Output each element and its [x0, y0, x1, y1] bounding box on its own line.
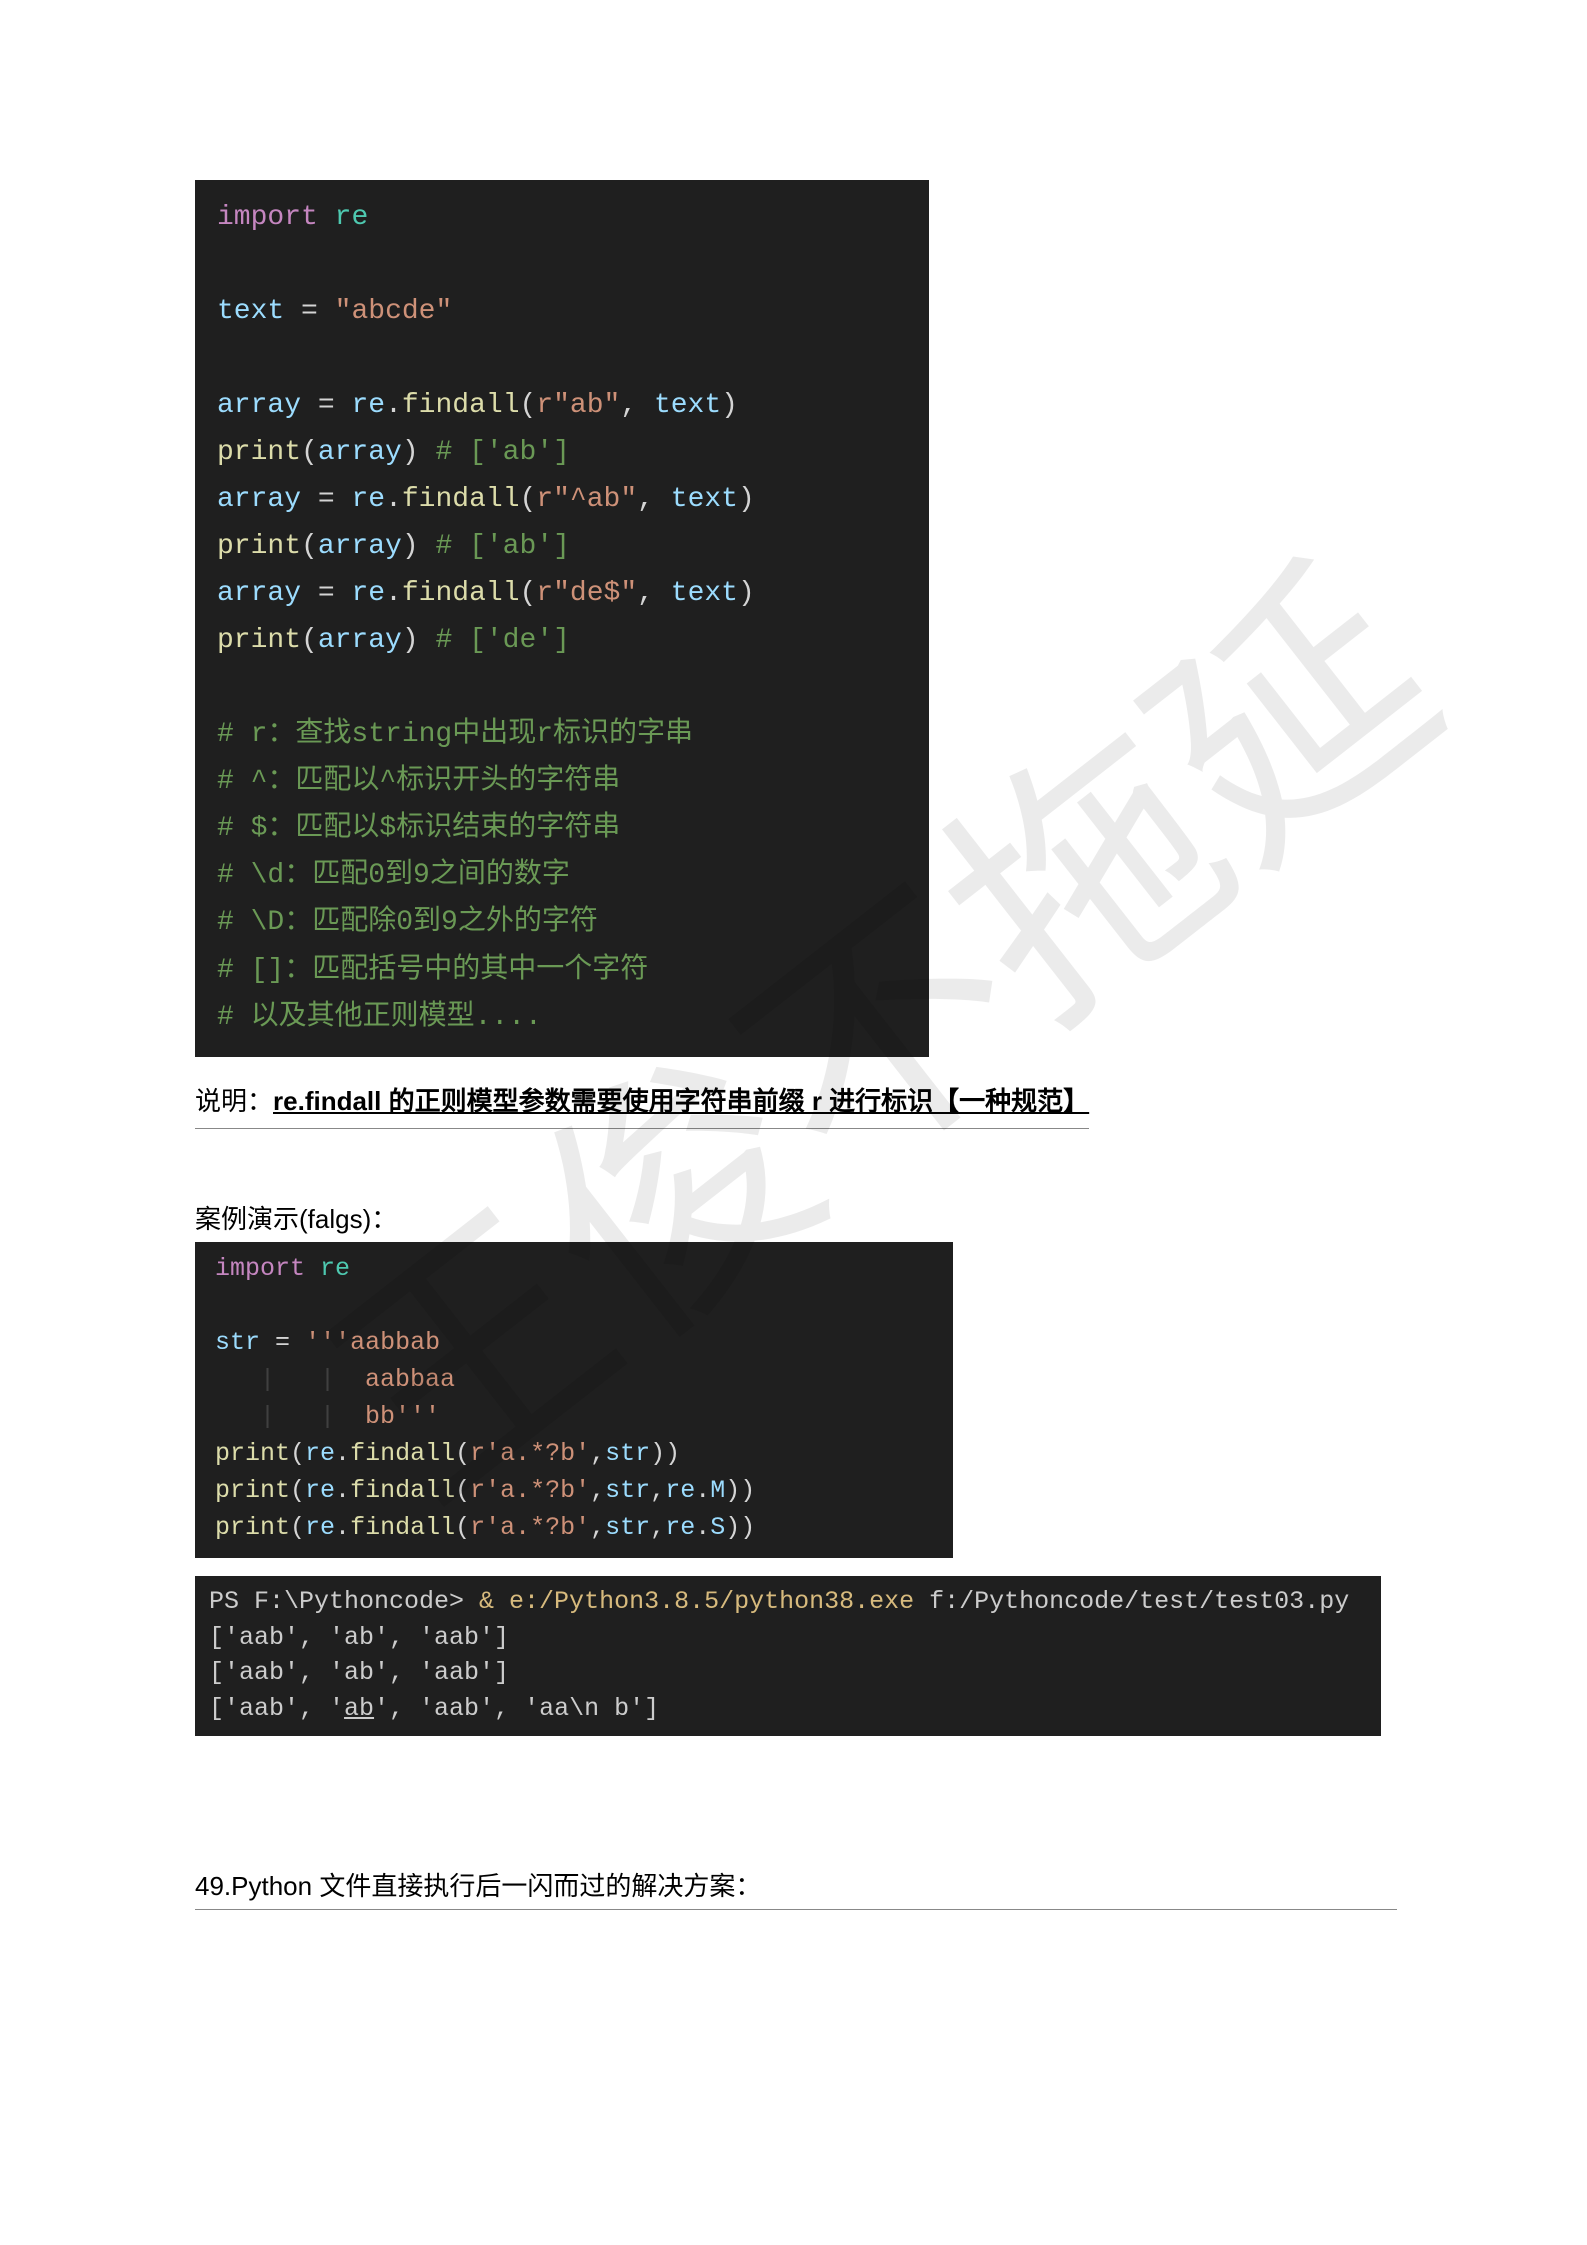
section-heading-49: 49.Python 文件直接执行后一闪而过的解决方案：: [195, 1866, 1397, 1910]
code-line: array = re.findall(r"de$", text): [217, 570, 907, 617]
blank-line: [217, 241, 907, 288]
code-line: print(array) # ['ab']: [217, 429, 907, 476]
terminal-line: ['aab', 'ab', 'aab', 'aa\n b']: [209, 1691, 1367, 1727]
demo-label: 案例演示(falgs)：: [195, 1199, 1397, 1236]
code-line: print(re.findall(r'a.*?b',str)): [215, 1435, 933, 1472]
code-comment: # \d：匹配0到9之间的数字: [217, 852, 907, 899]
document-page: 王俊不拖延 import re text = "abcde" array = r…: [0, 0, 1587, 2245]
blank-line: [217, 664, 907, 711]
code-line: import re: [217, 194, 907, 241]
page-content: import re text = "abcde" array = re.find…: [0, 0, 1587, 1910]
terminal-line: ['aab', 'ab', 'aab']: [209, 1620, 1367, 1656]
code-line: print(re.findall(r'a.*?b',str,re.S)): [215, 1509, 933, 1546]
module-re: re: [335, 202, 369, 233]
code-block-2: import re str = '''aabbab | | aabbaa | |…: [195, 1242, 953, 1558]
code-comment: # []：匹配括号中的其中一个字符: [217, 947, 907, 994]
terminal-line: PS F:\Pythoncode> & e:/Python3.8.5/pytho…: [209, 1584, 1367, 1620]
blank-line: [215, 1287, 933, 1324]
code-comment: # \D：匹配除0到9之外的字符: [217, 899, 907, 946]
code-line: | | aabbaa: [215, 1361, 933, 1398]
blank-line: [217, 335, 907, 382]
code-line: print(re.findall(r'a.*?b',str,re.M)): [215, 1472, 933, 1509]
annotation-line: 说明：re.findall 的正则模型参数需要使用字符串前缀 r 进行标识【一种…: [195, 1081, 1089, 1130]
anno-bold: re.findall 的正则模型参数需要使用字符串前缀 r 进行标识【一种规范】: [273, 1086, 1089, 1116]
kw-import: import: [217, 202, 318, 233]
anno-prefix: 说明：: [195, 1086, 273, 1116]
code-line: import re: [215, 1250, 933, 1287]
code-block-1: import re text = "abcde" array = re.find…: [195, 180, 929, 1057]
code-line: str = '''aabbab: [215, 1324, 933, 1361]
code-line: text = "abcde": [217, 288, 907, 335]
code-line: array = re.findall(r"ab", text): [217, 382, 907, 429]
code-comment: # ^：匹配以^标识开头的字符串: [217, 758, 907, 805]
code-line: print(array) # ['de']: [217, 617, 907, 664]
code-comment: # $：匹配以$标识结束的字符串: [217, 805, 907, 852]
code-comment: # r：查找string中出现r标识的字串: [217, 711, 907, 758]
code-line: array = re.findall(r"^ab", text): [217, 476, 907, 523]
terminal-line: ['aab', 'ab', 'aab']: [209, 1655, 1367, 1691]
terminal-output: PS F:\Pythoncode> & e:/Python3.8.5/pytho…: [195, 1576, 1381, 1736]
code-line: print(array) # ['ab']: [217, 523, 907, 570]
code-line: | | bb''': [215, 1398, 933, 1435]
code-comment: # 以及其他正则模型....: [217, 994, 907, 1041]
